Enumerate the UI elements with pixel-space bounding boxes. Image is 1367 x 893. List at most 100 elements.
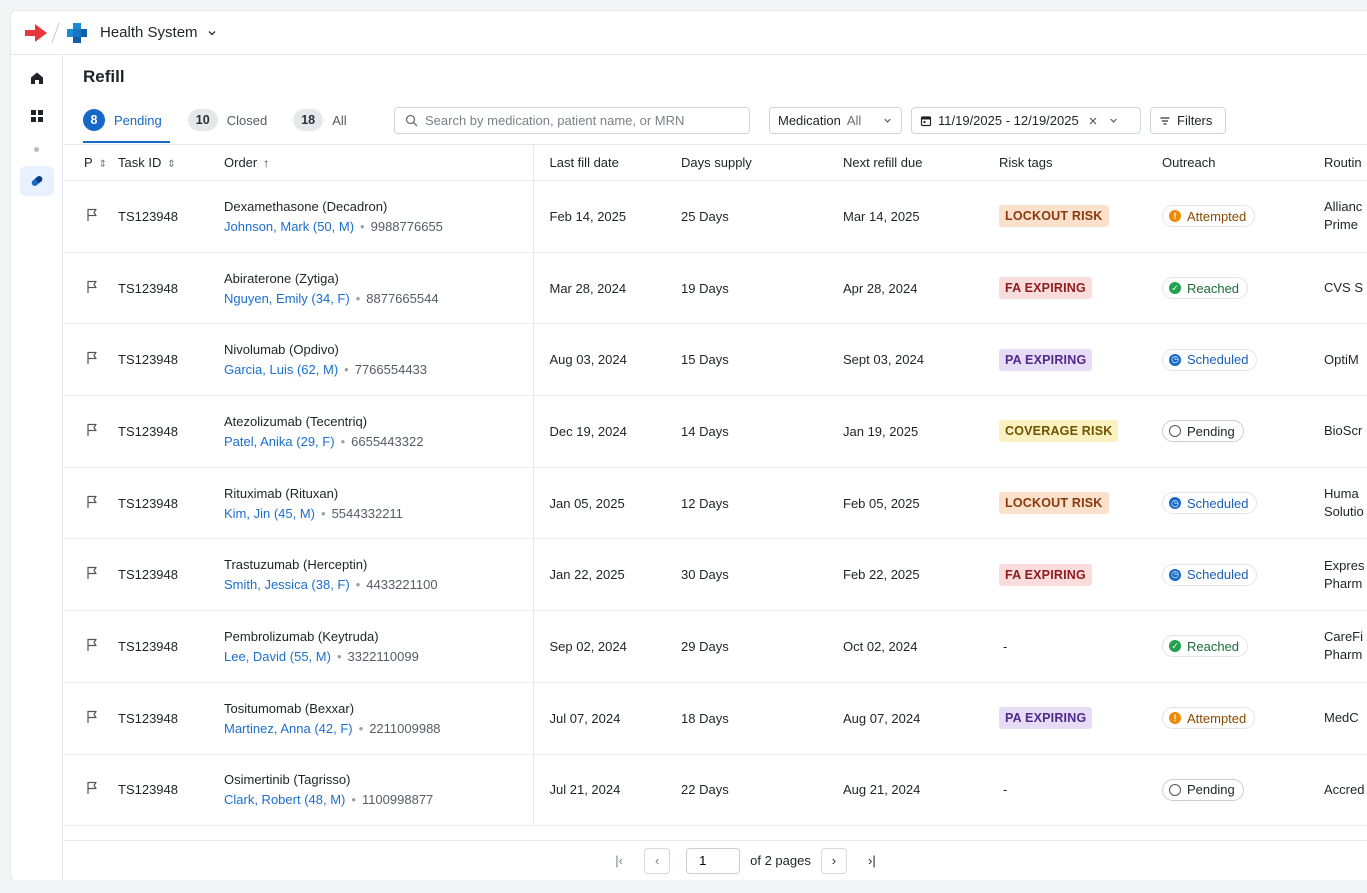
outreach-status-badge[interactable]: ✓ Reached [1162,635,1249,658]
org-switcher[interactable]: Health System [100,24,198,41]
col-header-days-supply[interactable]: Days supply [667,144,829,181]
outreach-status-badge[interactable]: ! Attempted [1162,707,1256,730]
patient-link[interactable]: Smith, Jessica (38, F) [224,577,350,592]
outreach-status-badge[interactable]: ✓ Reached [1162,277,1249,300]
risk-tags-cell: LOCKOUT RISK [991,467,1153,540]
flag-icon[interactable] [84,350,100,366]
patient-line: Smith, Jessica (38, F) • 4433221100 [224,577,532,592]
flag-icon[interactable] [84,422,100,438]
table-row[interactable]: TS123948 Rituximab (Rituxan) Kim, Jin (4… [64,467,1367,540]
outreach-status-badge[interactable]: ◷ Scheduled [1162,563,1258,586]
flag-cell [64,252,108,325]
patient-link[interactable]: Clark, Robert (48, M) [224,792,345,807]
rail-separator [34,147,39,152]
prev-page-button[interactable]: ‹ [644,847,671,874]
table-row[interactable]: TS123948 Nivolumab (Opdivo) Garcia, Luis… [64,323,1367,397]
page-number-input[interactable] [686,847,741,874]
clear-icon[interactable] [1088,116,1098,126]
outreach-status-badge[interactable]: ◷ Scheduled [1162,348,1258,371]
flag-icon[interactable] [84,207,100,223]
order-cell: Trastuzumab (Herceptin) Smith, Jessica (… [215,538,534,612]
nav-refill[interactable] [19,166,54,196]
search-input[interactable] [425,113,745,128]
patient-link[interactable]: Nguyen, Emily (34, F) [224,291,350,306]
tab-closed[interactable]: 10 Closed [187,105,267,135]
next-page-button[interactable]: › [820,847,847,874]
patient-link[interactable]: Kim, Jin (45, M) [224,506,315,521]
col-header-task-id[interactable]: Task ID ⇕ [108,144,215,181]
order-cell: Rituximab (Rituxan) Kim, Jin (45, M) • 554… [215,467,534,540]
col-header-outreach[interactable]: Outreach [1153,144,1315,181]
tab-pending[interactable]: 8 Pending [83,105,170,143]
sort-icon[interactable]: ⇕ [167,159,175,170]
chevron-down-icon[interactable] [206,27,218,39]
col-header-label: Task ID [118,155,162,170]
col-header-routing[interactable]: Routin [1315,144,1367,181]
risk-tag: FA EXPIRING [999,563,1092,586]
col-header-next-refill[interactable]: Next refill due [829,144,991,181]
col-header-p[interactable]: P ⇕ [64,144,108,181]
nav-home[interactable] [20,63,54,93]
first-page-button[interactable]: |‹ [606,848,632,874]
table-row[interactable]: TS123948 Pembrolizumab (Keytruda) Lee, D… [64,610,1367,683]
patient-link[interactable]: Johnson, Mark (50, M) [224,219,354,234]
table-row[interactable]: TS123948 Abiraterone (Zytiga) Nguyen, Em… [64,252,1367,325]
days-supply-cell: 30 Days [667,538,829,612]
outreach-status-badge[interactable]: Pending [1162,420,1244,443]
flag-cell [64,538,108,612]
risk-tags-cell: FA EXPIRING [991,252,1153,325]
search-box[interactable] [394,107,750,134]
refill-table-container[interactable]: P ⇕ Task ID ⇕ Order ↑ Last fill date Days s… [64,144,1367,840]
pill-icon [31,176,42,186]
patient-mrn: 7766554433 [354,362,428,378]
risk-tag: LOCKOUT RISK [999,205,1109,228]
patient-link[interactable]: Patel, Anika (29, F) [224,434,335,449]
filters-button[interactable]: Filters [1150,107,1226,134]
table-row[interactable]: TS123948 Atezolizumab (Tecentriq) Patel,… [64,395,1367,468]
table-header-row: P ⇕ Task ID ⇕ Order ↑ Last fill date Days s… [64,144,1367,181]
outreach-status-badge[interactable]: ◷ Scheduled [1162,492,1258,515]
patient-link[interactable]: Garcia, Luis (62, M) [224,362,338,377]
outreach-status-label: Pending [1187,782,1235,798]
flag-icon[interactable] [84,279,100,295]
flag-icon[interactable] [84,565,100,581]
tab-all[interactable]: 18 All [293,105,347,135]
patient-mrn: 8877665544 [366,290,439,306]
patient-link[interactable]: Martinez, Anna (42, F) [224,721,353,736]
col-header-risk-tags[interactable]: Risk tags [991,144,1153,181]
separator-dot: • [344,362,349,378]
reached-status-icon: ✓ [1169,282,1181,295]
sort-ascending-icon[interactable]: ↑ [263,156,269,170]
flag-icon[interactable] [84,494,100,510]
routing-cell: CareFi Pharm [1315,610,1367,683]
next-refill-cell: Apr 28, 2024 [829,252,991,325]
task-id-cell: TS123948 [108,538,215,612]
table-row[interactable]: TS123948 Trastuzumab (Herceptin) Smith, … [64,538,1367,612]
next-refill-cell: Aug 07, 2024 [829,682,991,755]
outreach-status-badge[interactable]: ! Attempted [1162,205,1256,228]
col-header-last-fill[interactable]: Last fill date [533,144,667,181]
sort-icon[interactable]: ⇕ [99,159,107,170]
outreach-status-badge[interactable]: Pending [1162,778,1244,801]
medication-filter[interactable]: Medication All [769,107,902,134]
reached-status-icon: ✓ [1169,640,1181,653]
table-row[interactable]: TS123948 Osimertinib (Tagrisso) Clark, R… [64,754,1367,827]
date-range-filter[interactable]: 11/19/2025 - 12/19/2025 [911,107,1141,134]
patient-line: Martinez, Anna (42, F) • 2211009988 [224,721,532,736]
col-header-order[interactable]: Order ↑ [215,144,534,181]
left-rail [11,55,63,880]
table-row[interactable]: TS123948 Tositumomab (Bexxar) Martinez, … [64,682,1367,755]
table-row[interactable]: TS123948 Dexamethasone (Decadron) Johnso… [64,180,1367,253]
last-page-button[interactable]: ›| [859,848,885,874]
order-cell: Dexamethasone (Decadron) Johnson, Mark (… [215,180,534,253]
outreach-cell: ◷ Scheduled [1153,538,1315,612]
flag-icon[interactable] [84,780,100,796]
separator-dot: • [351,792,356,808]
nav-dashboard[interactable] [20,101,54,131]
last-fill-cell: Mar 28, 2024 [533,252,667,325]
flag-icon[interactable] [84,637,100,653]
task-id-cell: TS123948 [108,682,215,755]
patient-link[interactable]: Lee, David (55, M) [224,649,331,664]
routing-line-1: BioScr [1324,423,1363,439]
flag-icon[interactable] [84,709,100,725]
